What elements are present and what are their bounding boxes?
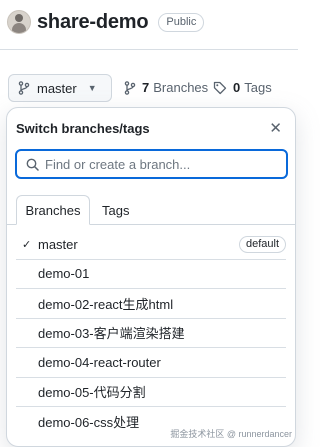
branches-link[interactable]: 7 Branches <box>124 80 208 95</box>
branches-label: Branches <box>153 80 209 95</box>
header-divider <box>0 49 298 50</box>
branch-name: master <box>38 236 78 252</box>
tab-branches[interactable]: Branches <box>16 195 90 225</box>
branches-count: 7 <box>142 80 150 95</box>
chevron-down-icon: ▼ <box>87 83 97 93</box>
branch-name: demo-02-react生成html <box>38 296 174 312</box>
list-item[interactable]: ✓ master default <box>16 230 286 260</box>
branch-tag-tabs: Branches Tags <box>7 195 295 225</box>
repo-header: share-demo Public <box>7 10 205 34</box>
list-item[interactable]: demo-01 <box>16 260 286 289</box>
tag-icon <box>213 81 227 95</box>
avatar[interactable] <box>7 10 31 34</box>
branch-list: ✓ master default demo-01 demo-02-react生成… <box>16 230 286 436</box>
tags-link[interactable]: 0 Tags <box>213 80 272 95</box>
branch-name: demo-04-react-router <box>38 354 161 370</box>
check-icon: ✓ <box>22 238 32 251</box>
branch-name: demo-03-客户端渲染搭建 <box>38 326 185 342</box>
dropdown-title: Switch branches/tags <box>16 121 150 136</box>
default-badge: default <box>238 235 286 253</box>
tags-label: Tags <box>244 80 272 95</box>
current-branch-label: master <box>37 80 77 96</box>
git-branch-icon <box>18 81 30 95</box>
branch-name: demo-05-代码分割 <box>38 385 146 401</box>
tab-tags[interactable]: Tags <box>102 203 129 218</box>
visibility-badge: Public <box>158 12 205 32</box>
list-item[interactable]: demo-04-react-router <box>16 348 286 378</box>
branch-search-field[interactable] <box>15 149 288 179</box>
list-item[interactable]: demo-03-客户端渲染搭建 <box>16 319 286 348</box>
list-item[interactable]: demo-02-react生成html <box>16 289 286 319</box>
branch-name: demo-01 <box>38 266 90 282</box>
branch-search-input[interactable] <box>45 156 275 172</box>
watermark: 掘金技术社区 @ runnerdancer <box>170 427 292 440</box>
switch-branches-dropdown: Switch branches/tags ✕ Branches Tags ✓ m… <box>6 107 296 447</box>
repo-name[interactable]: share-demo <box>37 11 149 34</box>
search-icon <box>26 158 39 171</box>
git-branch-icon <box>124 80 136 95</box>
branch-name: demo-06-css处理 <box>38 414 140 430</box>
list-item[interactable]: demo-05-代码分割 <box>16 378 286 407</box>
tags-count: 0 <box>233 80 241 95</box>
branch-selector-button[interactable]: master ▼ <box>8 74 112 102</box>
close-icon[interactable]: ✕ <box>269 119 282 137</box>
